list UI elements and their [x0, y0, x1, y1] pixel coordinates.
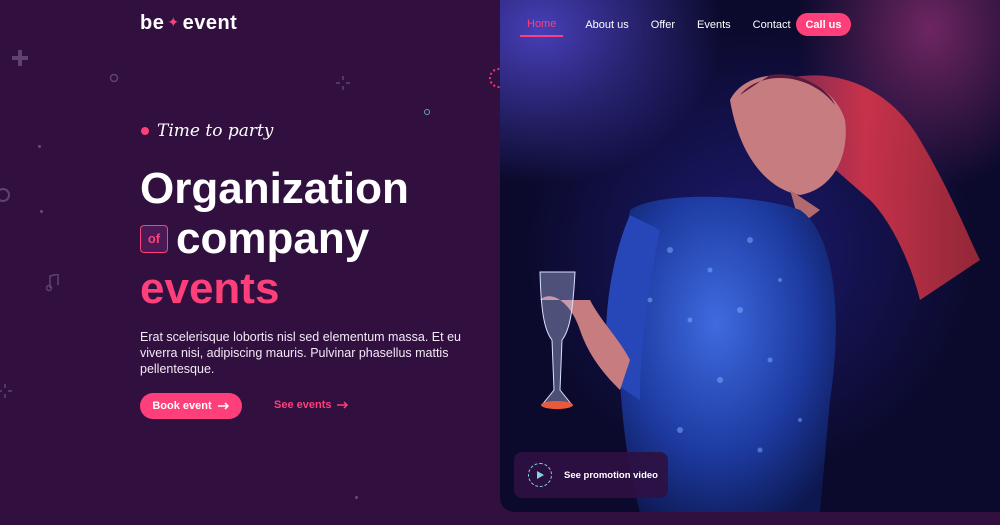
nav-item-home[interactable]: Home: [520, 13, 564, 37]
decorative-dot: [40, 210, 43, 213]
nav-item-offer[interactable]: Offer: [651, 14, 675, 36]
play-icon: [528, 463, 552, 487]
hero-description: Erat scelerisque lobortis nisl sed eleme…: [140, 330, 461, 376]
logo-text-left: be: [140, 12, 165, 34]
arrow-right-icon: [217, 402, 229, 410]
logo-text-right: event: [182, 12, 238, 34]
tagline-text: Time to party: [157, 121, 274, 141]
see-events-link[interactable]: See events: [274, 399, 349, 411]
promotion-video-label: See promotion video: [564, 469, 658, 481]
tagline: Time to party: [141, 121, 273, 141]
decorative-ring-icon: [0, 188, 10, 202]
arrow-right-icon: [337, 401, 349, 409]
music-note-icon: [46, 274, 59, 292]
nav-item-about-us[interactable]: About us: [585, 14, 628, 36]
decorative-burst-icon: [0, 384, 12, 398]
see-events-label: See events: [274, 399, 332, 411]
hero-title-line-3: events: [140, 264, 280, 313]
logo[interactable]: be ✦ event: [140, 12, 237, 35]
call-us-button[interactable]: Call us: [796, 13, 851, 36]
decorative-ring-icon: [109, 73, 119, 83]
of-badge: of: [140, 225, 168, 253]
book-event-button[interactable]: Book event: [140, 393, 242, 419]
decorative-cross-icon: [12, 50, 28, 66]
decorative-dot: [424, 109, 430, 115]
nav-item-events[interactable]: Events: [697, 14, 731, 36]
sparkle-icon: ✦: [167, 14, 180, 30]
hero-title-line-1: Organization: [140, 164, 409, 213]
decorative-dot: [38, 145, 41, 148]
tagline-bullet: [141, 127, 149, 135]
decorative-dotted-circle-icon: [489, 68, 500, 88]
decorative-dot: [355, 496, 358, 499]
hero-title: Organization of company events: [140, 164, 409, 314]
promotion-video-button[interactable]: See promotion video: [514, 452, 668, 498]
main-nav: Home About us Offer Events Contact: [520, 13, 791, 37]
decorative-burst-icon: [336, 76, 350, 90]
nav-item-contact[interactable]: Contact: [753, 14, 791, 36]
hero-title-line-2: of company: [140, 214, 409, 264]
book-event-label: Book event: [152, 400, 212, 412]
hero-title-company: company: [176, 214, 370, 263]
hero-photo-woman-dancing: [539, 74, 980, 512]
